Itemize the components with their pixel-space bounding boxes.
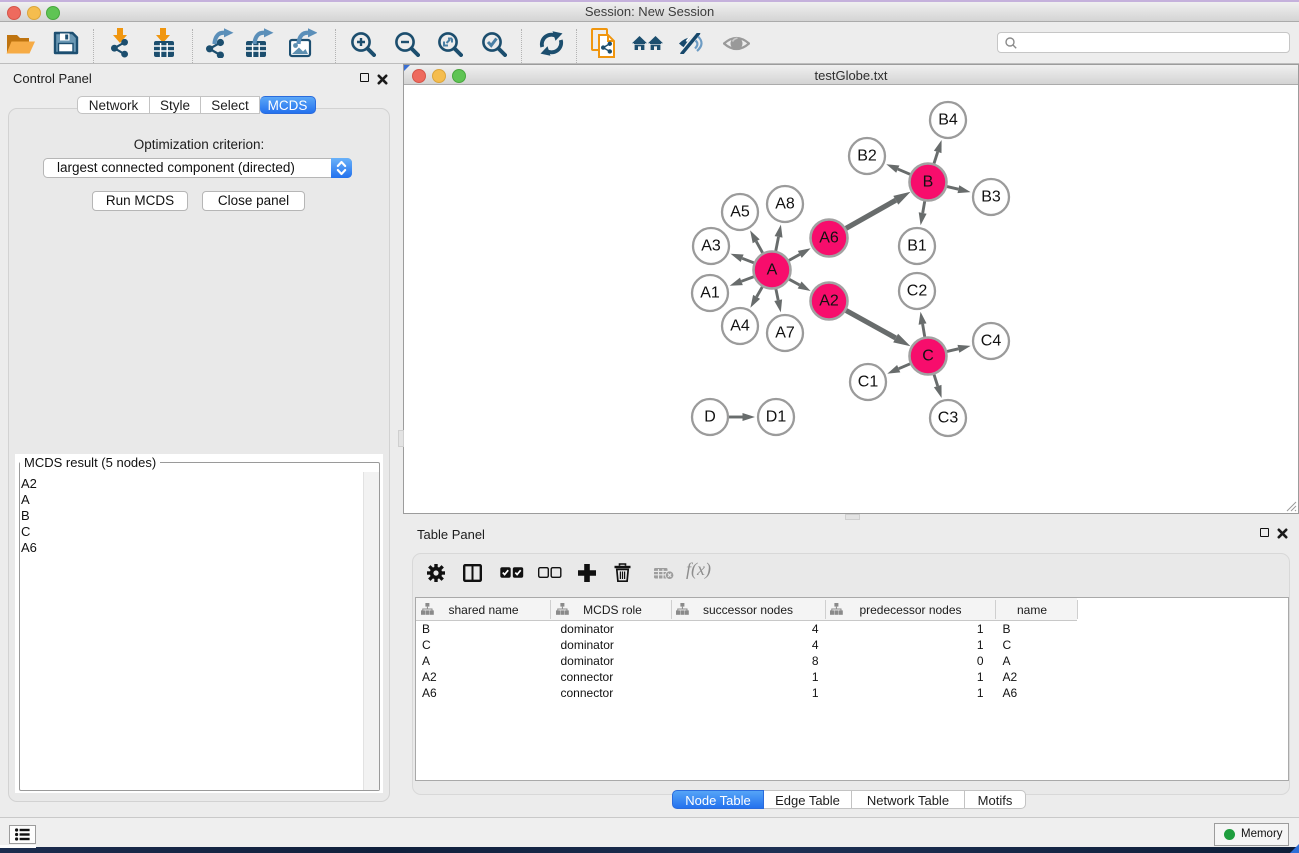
svg-text:A2: A2 <box>819 293 839 310</box>
svg-text:A8: A8 <box>775 196 795 213</box>
svg-text:C4: C4 <box>981 333 1002 350</box>
svg-text:B: B <box>923 174 934 191</box>
svg-text:A7: A7 <box>775 325 795 342</box>
svg-text:C: C <box>922 348 934 365</box>
svg-text:D1: D1 <box>766 409 787 426</box>
svg-text:A1: A1 <box>700 285 720 302</box>
svg-text:A: A <box>767 262 778 279</box>
svg-text:B2: B2 <box>857 148 877 165</box>
svg-text:C2: C2 <box>907 283 928 300</box>
svg-text:A5: A5 <box>730 204 750 221</box>
svg-text:D: D <box>704 409 716 426</box>
svg-text:A4: A4 <box>730 318 750 335</box>
svg-text:B1: B1 <box>907 238 927 255</box>
svg-text:B4: B4 <box>938 112 958 129</box>
svg-text:A6: A6 <box>819 230 839 247</box>
svg-text:B3: B3 <box>981 189 1001 206</box>
svg-text:C3: C3 <box>938 410 959 427</box>
svg-text:A3: A3 <box>701 238 721 255</box>
svg-text:C1: C1 <box>858 374 879 391</box>
